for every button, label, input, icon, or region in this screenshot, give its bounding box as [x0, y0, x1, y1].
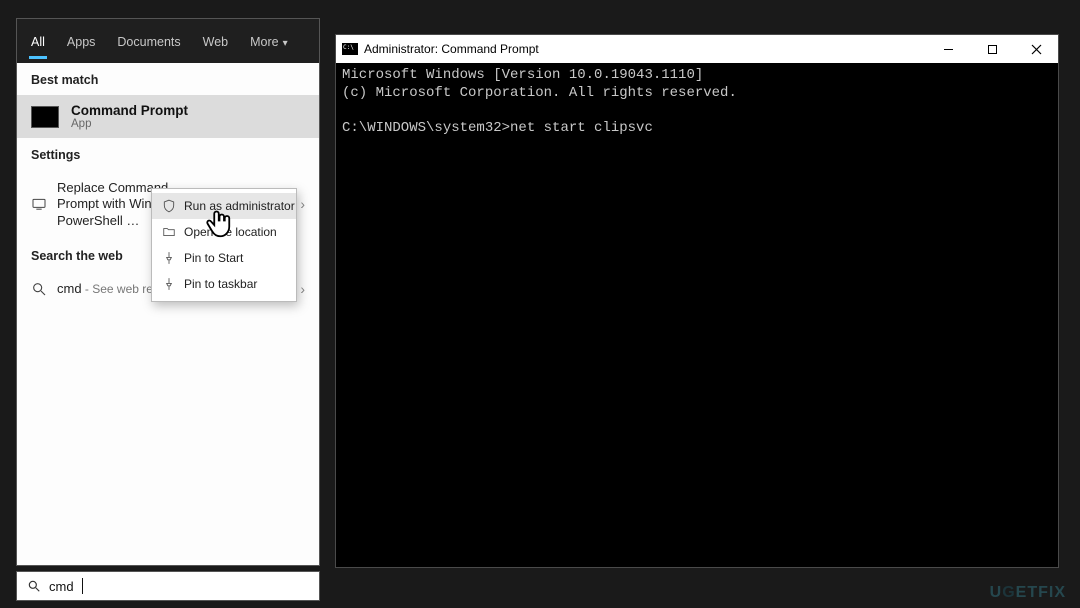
tab-web[interactable]: Web — [193, 23, 238, 59]
search-tabs: All Apps Documents Web More▾ — [17, 19, 319, 63]
folder-icon — [162, 225, 176, 239]
tab-documents[interactable]: Documents — [107, 23, 190, 59]
chevron-right-icon: › — [300, 196, 305, 212]
ctx-label: Pin to taskbar — [184, 277, 257, 291]
command-prompt-icon — [31, 106, 59, 128]
close-button[interactable] — [1014, 35, 1058, 63]
terminal-line: Microsoft Windows [Version 10.0.19043.11… — [342, 67, 703, 83]
watermark: UGETFIX — [990, 584, 1066, 602]
tab-all[interactable]: All — [21, 23, 55, 59]
pin-icon — [162, 277, 176, 291]
search-query-text: cmd — [49, 579, 74, 594]
search-results: Best match Command Prompt App Settings R… — [17, 63, 319, 565]
search-icon — [31, 281, 47, 297]
taskbar-search-box[interactable]: cmd — [16, 571, 320, 601]
shield-icon — [162, 199, 176, 213]
minimize-button[interactable] — [926, 35, 970, 63]
close-icon — [1031, 44, 1042, 55]
section-settings: Settings — [17, 138, 319, 170]
best-match-subtitle: App — [71, 118, 188, 130]
ctx-label: Pin to Start — [184, 251, 243, 265]
best-match-title: Command Prompt — [71, 103, 188, 118]
maximize-icon — [987, 44, 998, 55]
settings-icon — [31, 196, 47, 212]
terminal-prompt: C:\WINDOWS\system32> — [342, 120, 510, 136]
chevron-down-icon: ▾ — [283, 38, 288, 49]
window-title: Administrator: Command Prompt — [364, 42, 539, 56]
terminal-command: net start clipsvc — [510, 120, 653, 136]
text-caret — [82, 578, 83, 594]
windows-search-panel: All Apps Documents Web More▾ Best match … — [16, 18, 320, 566]
cmd-window-icon — [342, 43, 358, 55]
ctx-pin-taskbar[interactable]: Pin to taskbar — [152, 271, 296, 297]
chevron-right-icon: › — [300, 281, 305, 297]
best-match-command-prompt[interactable]: Command Prompt App — [17, 95, 319, 138]
cursor-pointer-icon — [203, 207, 239, 243]
web-term: cmd — [57, 281, 82, 296]
pin-icon — [162, 251, 176, 265]
ctx-label: Run as administrator — [184, 199, 295, 213]
ctx-pin-start[interactable]: Pin to Start — [152, 245, 296, 271]
window-titlebar[interactable]: Administrator: Command Prompt — [336, 35, 1058, 63]
maximize-button[interactable] — [970, 35, 1014, 63]
tab-apps[interactable]: Apps — [57, 23, 106, 59]
section-best-match: Best match — [17, 63, 319, 95]
tab-more[interactable]: More▾ — [240, 23, 298, 59]
terminal-output[interactable]: Microsoft Windows [Version 10.0.19043.11… — [336, 63, 1058, 567]
command-prompt-window: Administrator: Command Prompt Microsoft … — [335, 34, 1059, 568]
minimize-icon — [943, 44, 954, 55]
search-icon — [27, 579, 41, 593]
context-menu: Run as administrator Open file location … — [151, 188, 297, 302]
terminal-line: (c) Microsoft Corporation. All rights re… — [342, 85, 737, 101]
